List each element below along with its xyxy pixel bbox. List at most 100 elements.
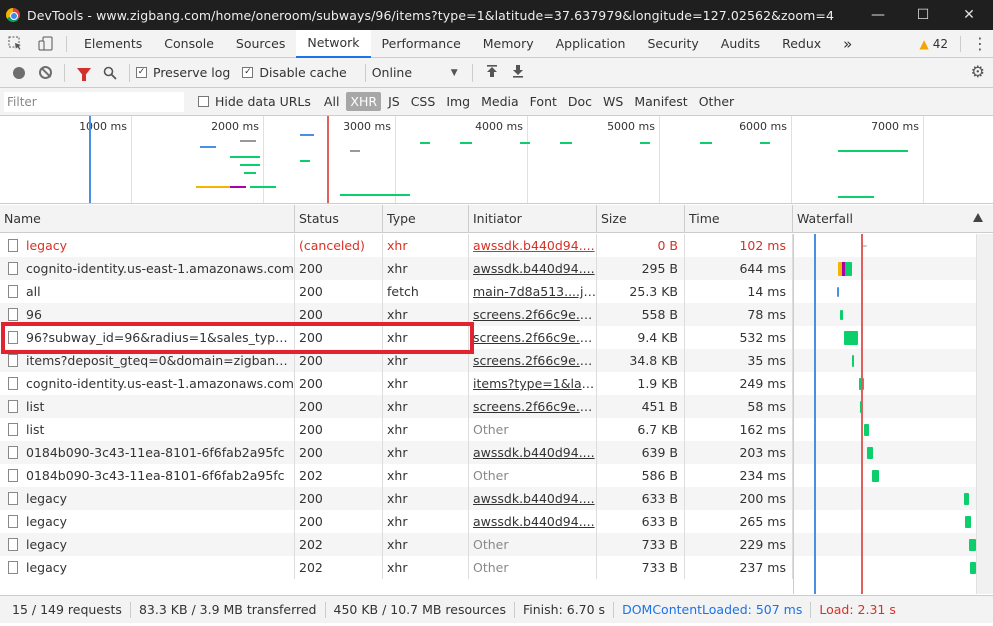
tab-sources[interactable]: Sources — [225, 30, 296, 58]
request-name-cell[interactable]: legacy — [0, 510, 295, 533]
column-header-waterfall[interactable]: Waterfall — [793, 205, 993, 233]
filter-bar: Hide data URLs AllXHRJSCSSImgMediaFontDo… — [0, 88, 993, 116]
column-header-status[interactable]: Status — [295, 205, 383, 233]
request-name-cell[interactable]: legacy — [0, 556, 295, 579]
transferred-size: 83.3 KB / 3.9 MB transferred — [131, 601, 326, 618]
file-icon — [8, 239, 18, 252]
request-size-cell: 451 B — [597, 395, 685, 418]
clear-button[interactable] — [32, 60, 58, 86]
toolbar-separator — [471, 63, 473, 82]
device-toolbar-icon[interactable] — [30, 30, 60, 58]
request-time-cell: 644 ms — [685, 257, 793, 280]
overview-gridline — [527, 116, 528, 203]
request-name-cell[interactable]: list — [0, 418, 295, 441]
tab-network[interactable]: Network — [296, 29, 371, 58]
tab-performance[interactable]: Performance — [371, 30, 472, 58]
waterfall-bar — [840, 309, 843, 320]
request-name-cell[interactable]: 0184b090-3c43-11ea-8101-6f6fab2a95fc — [0, 464, 295, 487]
overview-domcontentloaded-line — [89, 116, 91, 203]
request-initiator-cell[interactable]: awssdk.b440d94.... — [469, 441, 597, 464]
maximize-button[interactable]: ☐ — [900, 0, 946, 30]
request-name-cell[interactable]: all — [0, 280, 295, 303]
request-type-cell: xhr — [383, 372, 469, 395]
tab-redux[interactable]: Redux — [771, 30, 832, 58]
column-header-time[interactable]: Time — [685, 205, 793, 233]
overview-request-bar — [240, 140, 256, 142]
file-icon — [8, 446, 18, 459]
column-header-initiator[interactable]: Initiator — [469, 205, 597, 233]
overview-request-bar — [300, 134, 314, 136]
tab-console[interactable]: Console — [153, 30, 225, 58]
disable-cache-checkbox[interactable]: ✓ Disable cache — [242, 65, 347, 80]
import-har-button[interactable] — [479, 64, 505, 82]
more-tabs-button[interactable]: » — [832, 30, 863, 58]
throttling-select[interactable]: Online ▼ — [372, 65, 458, 80]
request-initiator-cell[interactable]: awssdk.b440d94.... — [469, 234, 597, 257]
search-button[interactable] — [97, 60, 123, 86]
request-name-cell[interactable]: list — [0, 395, 295, 418]
request-name-cell[interactable]: cognito-identity.us-east-1.amazonaws.com — [0, 257, 295, 280]
type-filter-manifest[interactable]: Manifest — [630, 92, 691, 111]
type-filter-img[interactable]: Img — [442, 92, 474, 111]
type-filter-xhr[interactable]: XHR — [346, 92, 382, 111]
column-header-name[interactable]: Name — [0, 205, 295, 233]
request-initiator-cell[interactable]: main-7d8a513....js:1 — [469, 280, 597, 303]
column-header-size[interactable]: Size — [597, 205, 685, 233]
type-filter-font[interactable]: Font — [526, 92, 561, 111]
overview-request-bar — [244, 172, 256, 174]
type-filter-doc[interactable]: Doc — [564, 92, 596, 111]
request-initiator-cell[interactable]: awssdk.b440d94.... — [469, 257, 597, 280]
request-type-cell: xhr — [383, 395, 469, 418]
tab-elements[interactable]: Elements — [73, 30, 153, 58]
tab-security[interactable]: Security — [636, 30, 709, 58]
minimize-button[interactable]: — — [855, 0, 901, 30]
request-size-cell: 25.3 KB — [597, 280, 685, 303]
request-name-cell[interactable]: legacy — [0, 487, 295, 510]
request-name-cell[interactable]: cognito-identity.us-east-1.amazonaws.com — [0, 372, 295, 395]
request-name-cell[interactable]: legacy — [0, 234, 295, 257]
request-name-cell[interactable]: legacy — [0, 533, 295, 556]
request-name: 96 — [26, 307, 42, 322]
type-filter-js[interactable]: JS — [384, 92, 404, 111]
request-initiator-cell[interactable]: screens.2f66c9e....j... — [469, 395, 597, 418]
more-options-icon[interactable]: ⋮ — [967, 34, 993, 53]
type-filter-media[interactable]: Media — [477, 92, 523, 111]
warnings-counter[interactable]: ▲ 42 — [919, 37, 948, 51]
request-initiator-cell[interactable]: items?type=1&lati... — [469, 372, 597, 395]
inspect-element-icon[interactable] — [0, 30, 30, 58]
overview-request-bar — [230, 186, 246, 188]
load-time: Load: 2.31 s — [819, 601, 896, 617]
type-filter-all[interactable]: All — [320, 92, 344, 111]
request-name: legacy — [26, 238, 68, 253]
request-initiator-cell[interactable]: awssdk.b440d94.... — [469, 487, 597, 510]
request-name-cell[interactable]: 0184b090-3c43-11ea-8101-6f6fab2a95fc — [0, 441, 295, 464]
tab-audits[interactable]: Audits — [710, 30, 771, 58]
status-bar: 15 / 149 requests 83.3 KB / 3.9 MB trans… — [0, 595, 993, 623]
type-filter-other[interactable]: Other — [695, 92, 739, 111]
preserve-log-check[interactable]: ✓ — [136, 67, 147, 78]
disable-cache-check[interactable]: ✓ — [242, 67, 254, 78]
request-initiator-cell[interactable]: screens.2f66c9e....j... — [469, 326, 597, 349]
request-initiator-cell[interactable]: screens.2f66c9e....j... — [469, 303, 597, 326]
type-filter-css[interactable]: CSS — [407, 92, 440, 111]
tab-memory[interactable]: Memory — [472, 30, 545, 58]
hide-data-urls-check[interactable] — [198, 96, 209, 107]
request-initiator-cell[interactable]: awssdk.b440d94.... — [469, 510, 597, 533]
file-icon — [8, 515, 18, 528]
column-header-type[interactable]: Type — [383, 205, 469, 233]
export-har-button[interactable] — [505, 64, 531, 82]
tab-application[interactable]: Application — [545, 30, 637, 58]
filter-toggle-button[interactable] — [71, 60, 97, 86]
hide-data-urls-checkbox[interactable]: Hide data URLs — [198, 94, 311, 109]
request-size-cell: 9.4 KB — [597, 326, 685, 349]
settings-gear-icon[interactable]: ⚙ — [971, 62, 985, 81]
close-button[interactable]: ✕ — [946, 0, 992, 30]
record-button[interactable] — [6, 60, 32, 86]
preserve-log-checkbox[interactable]: ✓ Preserve log — [136, 65, 230, 80]
table-scrollbar[interactable] — [976, 234, 993, 594]
filter-input[interactable] — [4, 91, 184, 112]
type-filter-ws[interactable]: WS — [599, 92, 627, 111]
finish-time: Finish: 6.70 s — [515, 601, 615, 618]
network-overview[interactable]: 1000 ms 2000 ms 3000 ms 4000 ms 5000 ms 6000 … — [0, 116, 993, 204]
request-initiator-cell[interactable]: screens.2f66c9e....j... — [469, 349, 597, 372]
